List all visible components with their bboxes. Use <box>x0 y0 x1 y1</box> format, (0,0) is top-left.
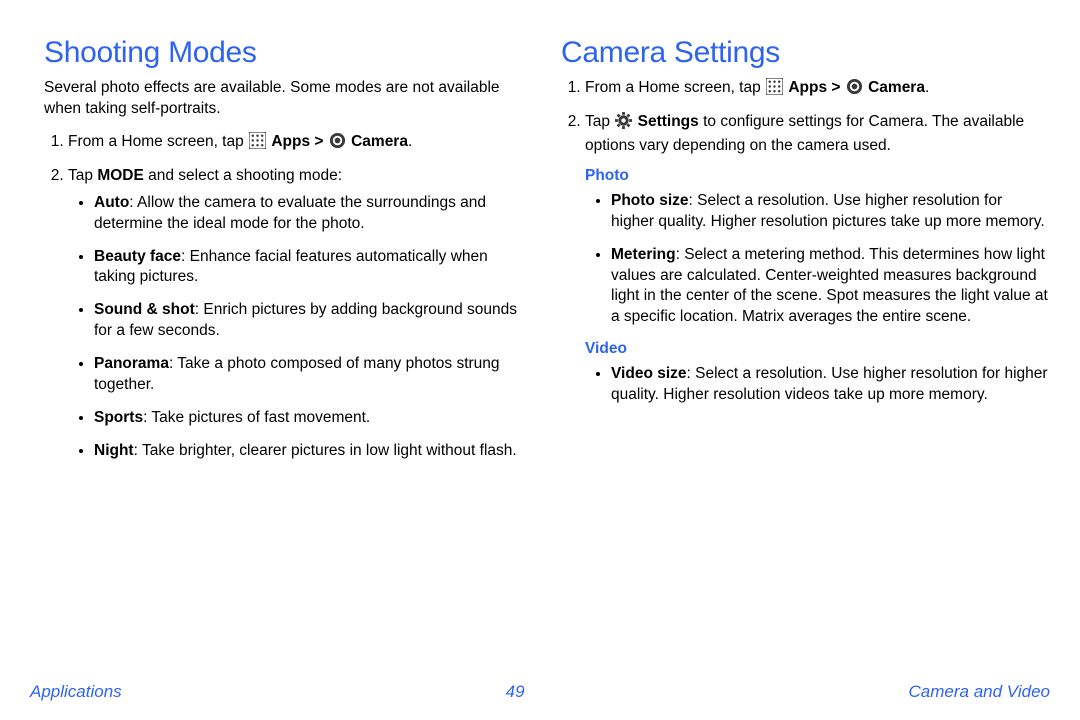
gear-icon <box>615 112 632 136</box>
right-steps: From a Home screen, tap Apps > Camera. T… <box>561 78 1048 157</box>
left-step-2: Tap MODE and select a shooting mode: Aut… <box>68 166 531 462</box>
page-body: Shooting Modes Several photo effects are… <box>0 0 1080 670</box>
apps-grid-icon <box>766 78 783 102</box>
apps-grid-icon <box>249 132 266 156</box>
right-step-2: Tap Settings to configure settings for C… <box>585 112 1048 157</box>
photo-item: Photo size: Select a resolution. Use hig… <box>611 191 1048 233</box>
camera-icon <box>846 78 863 102</box>
right-column: Camera Settings From a Home screen, tap … <box>561 36 1048 670</box>
mode-item: Sports: Take pictures of fast movement. <box>94 408 531 429</box>
footer-left: Applications <box>30 682 122 702</box>
page-footer: Applications 49 Camera and Video <box>0 682 1080 720</box>
intro-text: Several photo effects are available. Som… <box>44 78 531 120</box>
video-sublabel: Video <box>585 340 1048 358</box>
mode-item: Night: Take brighter, clearer pictures i… <box>94 441 531 462</box>
left-steps: From a Home screen, tap Apps > Camera. T… <box>44 132 531 462</box>
mode-item: Auto: Allow the camera to evaluate the s… <box>94 193 531 235</box>
video-list: Video size: Select a resolution. Use hig… <box>585 364 1048 406</box>
footer-right: Camera and Video <box>909 682 1050 702</box>
heading-camera-settings: Camera Settings <box>561 36 1048 70</box>
mode-item: Beauty face: Enhance facial features aut… <box>94 247 531 289</box>
mode-item: Sound & shot: Enrich pictures by adding … <box>94 300 531 342</box>
photo-sublabel: Photo <box>585 167 1048 185</box>
camera-icon <box>329 132 346 156</box>
photo-list: Photo size: Select a resolution. Use hig… <box>585 191 1048 329</box>
modes-list: Auto: Allow the camera to evaluate the s… <box>68 193 531 462</box>
mode-item: Panorama: Take a photo composed of many … <box>94 354 531 396</box>
heading-shooting-modes: Shooting Modes <box>44 36 531 70</box>
footer-page-number: 49 <box>506 682 525 702</box>
left-column: Shooting Modes Several photo effects are… <box>44 36 531 670</box>
video-item: Video size: Select a resolution. Use hig… <box>611 364 1048 406</box>
photo-item: Metering: Select a metering method. This… <box>611 245 1048 329</box>
left-step-1: From a Home screen, tap Apps > Camera. <box>68 132 531 156</box>
right-step-1: From a Home screen, tap Apps > Camera. <box>585 78 1048 102</box>
